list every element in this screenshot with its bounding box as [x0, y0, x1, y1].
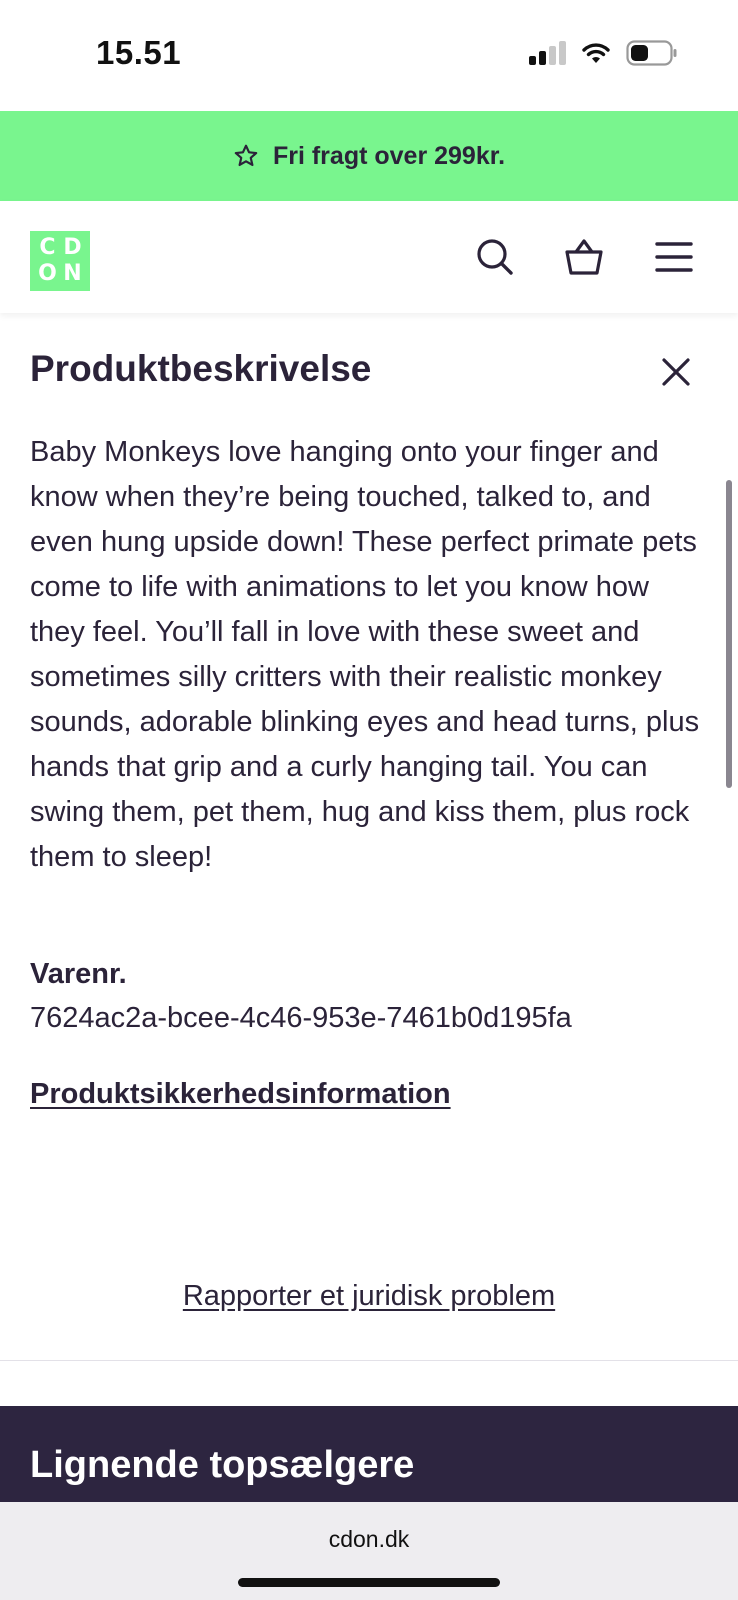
scrollbar[interactable] [726, 480, 732, 788]
home-indicator[interactable] [238, 1578, 500, 1587]
cellular-signal-icon [529, 41, 566, 65]
report-legal-problem-link[interactable]: Rapporter et juridisk problem [0, 1280, 738, 1313]
similar-bestsellers-section: Lignende topsælgere [0, 1406, 738, 1502]
similar-bestsellers-title: Lignende topsælgere [30, 1444, 415, 1486]
basket-icon[interactable] [564, 237, 604, 277]
divider [0, 1360, 738, 1361]
close-icon[interactable] [658, 354, 694, 390]
product-description-text: Baby Monkeys love hanging onto your fing… [30, 436, 700, 873]
status-bar: 15.51 [0, 0, 738, 111]
product-safety-link[interactable]: Produktsikkerhedsinformation [30, 1078, 451, 1111]
logo-letter: O [38, 261, 57, 286]
star-outline-icon [234, 144, 258, 167]
cdon-logo[interactable]: C D O N [30, 231, 90, 291]
product-description-title: Produktbeskrivelse [30, 348, 372, 389]
free-shipping-banner: Fri fragt over 299kr. [0, 111, 738, 201]
hamburger-menu-icon[interactable] [654, 237, 694, 277]
logo-letter: C [39, 235, 56, 260]
wifi-icon [582, 43, 610, 63]
search-icon[interactable] [475, 237, 515, 277]
sku-label: Varenr. [30, 958, 127, 990]
promo-text: Fri fragt over 299kr. [272, 141, 506, 170]
logo-letter: N [63, 261, 82, 286]
url-text[interactable]: cdon.dk [0, 1526, 738, 1553]
sku-value: 7624ac2a-bcee-4c46-953e-7461b0d195fa [30, 1002, 572, 1034]
site-header: C D O N [0, 201, 738, 313]
browser-address-bar: cdon.dk [0, 1502, 738, 1600]
status-time: 15.51 [96, 34, 182, 71]
status-icons [529, 40, 678, 66]
battery-icon [626, 40, 677, 66]
logo-letter: D [63, 235, 82, 260]
